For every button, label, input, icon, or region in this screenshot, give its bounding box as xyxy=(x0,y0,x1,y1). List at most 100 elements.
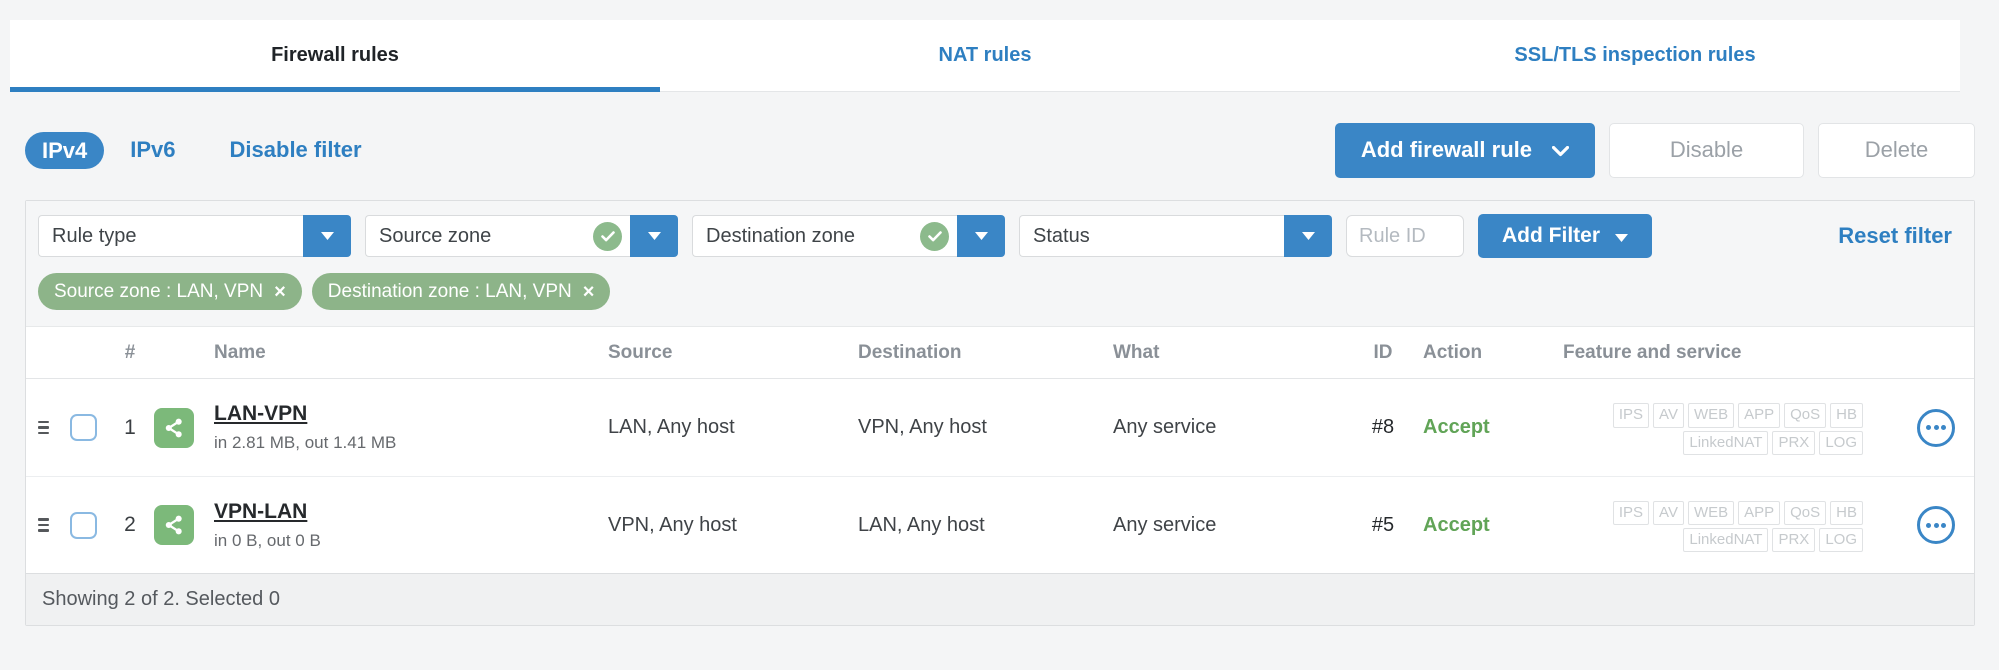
delete-button[interactable]: Delete xyxy=(1818,122,1975,178)
filter-bar: Rule type Source zone Destination zone S… xyxy=(26,201,1974,271)
feature-badge: AV xyxy=(1653,403,1684,428)
rule-id: #8 xyxy=(1371,416,1395,438)
feature-badge: IPS xyxy=(1612,403,1650,428)
toolbar: IPv4 IPv6 Disable filter Add firewall ru… xyxy=(25,122,1975,178)
header-source: Source xyxy=(608,341,673,363)
ipv4-toggle[interactable]: IPv4 xyxy=(25,131,105,169)
ellipsis-menu-icon[interactable] xyxy=(1917,506,1955,544)
chevron-down-icon xyxy=(1615,224,1628,248)
disable-filter-link[interactable]: Disable filter xyxy=(230,137,362,163)
add-filter-button[interactable]: Add Filter xyxy=(1478,214,1652,258)
chevron-down-icon xyxy=(974,227,988,245)
action-cell: Accept xyxy=(1423,513,1490,536)
status-dropdown-button[interactable] xyxy=(1284,215,1332,257)
source-cell: LAN, Any host xyxy=(608,416,735,438)
tab-nat-rules[interactable]: NAT rules xyxy=(660,20,1310,91)
rule-number: 1 xyxy=(124,415,136,439)
destination-cell: VPN, Any host xyxy=(858,416,987,438)
close-icon[interactable]: × xyxy=(274,282,286,302)
chevron-down-icon xyxy=(647,227,661,245)
status-label: Status xyxy=(1033,224,1090,247)
action-cell: Accept xyxy=(1423,416,1490,438)
share-icon[interactable] xyxy=(154,505,194,545)
rule-name-link[interactable]: VPN-LAN xyxy=(214,500,307,524)
ipv6-toggle[interactable]: IPv6 xyxy=(130,137,175,163)
rule-type-dropdown-button[interactable] xyxy=(303,215,351,257)
add-firewall-rule-label: Add firewall rule xyxy=(1360,137,1532,162)
chip-destination-zone: Destination zone : LAN, VPN × xyxy=(311,273,611,310)
feature-badge: WEB xyxy=(1687,500,1735,525)
chevron-down-icon xyxy=(1301,227,1315,245)
rule-type-select[interactable]: Rule type xyxy=(38,215,303,257)
row-checkbox[interactable] xyxy=(69,511,97,539)
destination-zone-label: Destination zone xyxy=(706,224,855,247)
header-name: Name xyxy=(214,341,266,363)
check-circle-icon xyxy=(593,221,622,251)
destination-zone-select[interactable]: Destination zone xyxy=(692,215,957,257)
feature-badge: QoS xyxy=(1784,403,1827,428)
chip-source-zone: Source zone : LAN, VPN × xyxy=(38,273,302,310)
source-zone-dropdown-button[interactable] xyxy=(630,215,678,257)
feature-badge: LOG xyxy=(1819,528,1863,553)
reset-filter-link[interactable]: Reset filter xyxy=(1838,223,1962,249)
filter-dropdown-source-zone: Source zone xyxy=(365,215,678,257)
chevron-down-icon xyxy=(1551,137,1570,163)
feature-badge: WEB xyxy=(1687,403,1735,428)
header-id: ID xyxy=(1373,341,1393,363)
source-zone-select[interactable]: Source zone xyxy=(365,215,630,257)
check-circle-icon xyxy=(920,221,949,251)
tab-bar: Firewall rules NAT rules SSL/TLS inspect… xyxy=(10,20,1960,92)
share-icon[interactable] xyxy=(154,407,194,448)
feature-badge: APP xyxy=(1738,403,1781,428)
header-action: Action xyxy=(1423,341,1483,363)
feature-badges: IPS AV WEB APP QoS HB LinkedNAT PRX LOG xyxy=(1533,498,1898,553)
feature-badge: HB xyxy=(1830,500,1863,525)
table-row: 2 VPN-LAN in 0 B, out 0 B VPN, Any host … xyxy=(26,476,1974,573)
rule-id-input[interactable] xyxy=(1346,215,1464,257)
feature-badge: LOG xyxy=(1819,430,1863,455)
filter-dropdown-status: Status xyxy=(1019,215,1332,257)
close-icon[interactable]: × xyxy=(583,282,595,302)
header-features: Feature and service xyxy=(1563,341,1742,363)
filter-dropdown-rule-type: Rule type xyxy=(38,215,351,257)
chip-label: Destination zone : LAN, VPN xyxy=(327,280,572,302)
filter-dropdown-destination-zone: Destination zone xyxy=(692,215,1005,257)
header-destination: Destination xyxy=(858,341,962,363)
drag-handle-icon[interactable] xyxy=(37,518,49,532)
feature-badge: AV xyxy=(1653,500,1684,525)
header-num: # xyxy=(124,341,136,363)
row-checkbox[interactable] xyxy=(69,414,97,441)
feature-badge: LinkedNAT xyxy=(1683,430,1769,455)
rule-traffic: in 2.81 MB, out 1.41 MB xyxy=(214,433,397,452)
source-zone-label: Source zone xyxy=(379,224,492,247)
what-cell: Any service xyxy=(1113,416,1217,438)
feature-badge: IPS xyxy=(1612,500,1650,525)
chip-label: Source zone : LAN, VPN xyxy=(54,280,264,302)
header-what: What xyxy=(1113,341,1160,363)
rule-id: #5 xyxy=(1371,513,1395,536)
ellipsis-menu-icon[interactable] xyxy=(1917,408,1955,447)
feature-badge: PRX xyxy=(1772,528,1816,553)
rule-traffic: in 0 B, out 0 B xyxy=(214,530,321,550)
disable-button[interactable]: Disable xyxy=(1609,122,1804,178)
tab-firewall-rules[interactable]: Firewall rules xyxy=(10,20,660,92)
toolbar-actions: Add firewall rule Disable Delete xyxy=(1334,122,1975,178)
feature-badge: APP xyxy=(1738,500,1781,525)
table-header: # Name Source Destination What ID Action… xyxy=(26,327,1974,379)
rule-number: 2 xyxy=(124,513,136,536)
rule-type-label: Rule type xyxy=(52,224,137,247)
feature-badge: HB xyxy=(1830,403,1863,428)
feature-badge: LinkedNAT xyxy=(1683,528,1769,553)
rule-name-link[interactable]: LAN-VPN xyxy=(214,402,307,426)
destination-zone-dropdown-button[interactable] xyxy=(957,215,1005,257)
add-firewall-rule-button[interactable]: Add firewall rule xyxy=(1334,122,1595,178)
feature-badge: PRX xyxy=(1772,430,1816,455)
table-footer: Showing 2 of 2. Selected 0 xyxy=(26,573,1974,625)
status-select[interactable]: Status xyxy=(1019,215,1284,257)
destination-cell: LAN, Any host xyxy=(858,513,985,536)
drag-handle-icon[interactable] xyxy=(37,420,49,435)
chevron-down-icon xyxy=(320,227,334,245)
tab-ssl-tls-inspection-rules[interactable]: SSL/TLS inspection rules xyxy=(1310,20,1960,91)
what-cell: Any service xyxy=(1113,513,1217,536)
source-cell: VPN, Any host xyxy=(608,513,737,536)
